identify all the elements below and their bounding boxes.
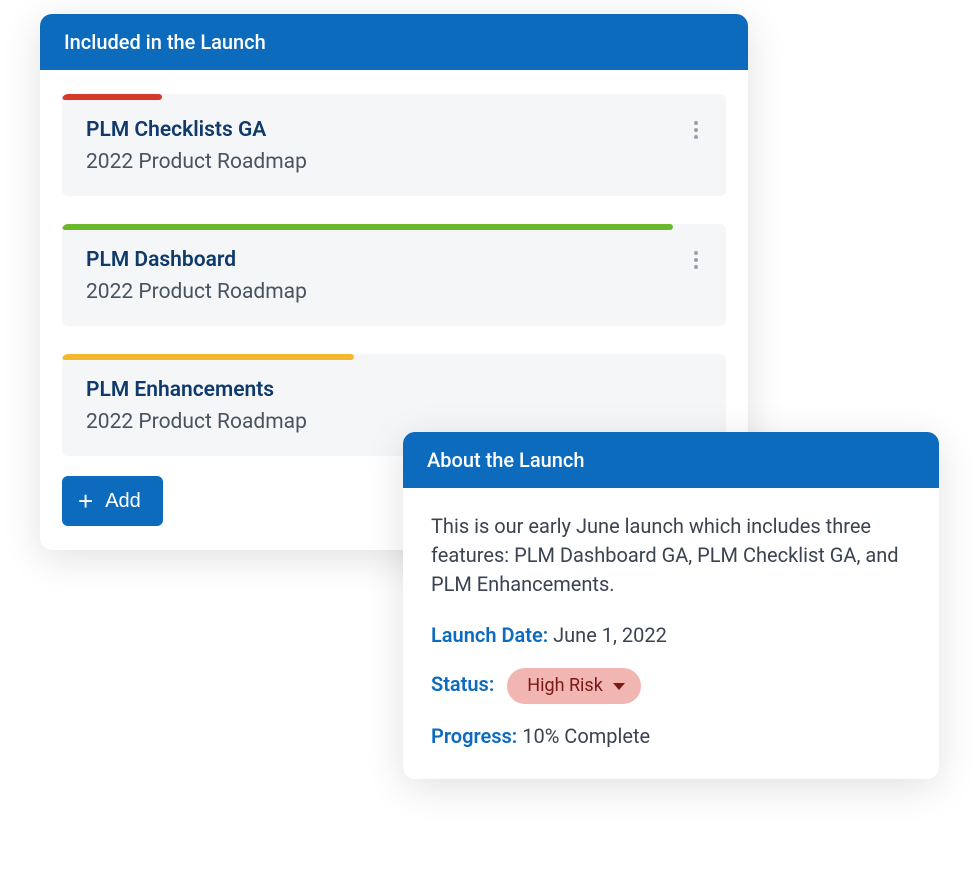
launch-card[interactable]: PLM Checklists GA 2022 Product Roadmap — [62, 94, 726, 196]
progress-row: Progress: 10% Complete — [431, 722, 911, 751]
progress-value: 10% Complete — [522, 724, 650, 748]
about-description: This is our early June launch which incl… — [431, 512, 911, 599]
card-title: PLM Dashboard — [86, 248, 702, 272]
card-menu-icon[interactable] — [686, 120, 706, 140]
progress-label: Progress: — [431, 724, 517, 748]
add-button[interactable]: + Add — [62, 476, 163, 526]
launch-date-label: Launch Date: — [431, 623, 548, 647]
card-title: PLM Checklists GA — [86, 118, 702, 142]
launch-card[interactable]: PLM Dashboard 2022 Product Roadmap — [62, 224, 726, 326]
caret-down-icon — [613, 683, 625, 690]
about-launch-panel: About the Launch This is our early June … — [403, 432, 939, 779]
status-dropdown[interactable]: High Risk — [507, 668, 641, 704]
launch-date-value: June 1, 2022 — [553, 623, 667, 647]
status-row: Status: High Risk — [431, 668, 911, 704]
card-menu-icon[interactable] — [686, 250, 706, 270]
card-title: PLM Enhancements — [86, 378, 702, 402]
add-button-label: Add — [105, 490, 141, 513]
launch-date-row: Launch Date: June 1, 2022 — [431, 621, 911, 650]
status-value: High Risk — [527, 673, 603, 699]
plus-icon: + — [78, 488, 93, 514]
card-subtitle: 2022 Product Roadmap — [86, 280, 702, 304]
status-label: Status: — [431, 672, 494, 696]
card-subtitle: 2022 Product Roadmap — [86, 150, 702, 174]
about-launch-header: About the Launch — [403, 432, 939, 488]
included-in-launch-header: Included in the Launch — [40, 14, 748, 70]
card-subtitle: 2022 Product Roadmap — [86, 410, 702, 434]
